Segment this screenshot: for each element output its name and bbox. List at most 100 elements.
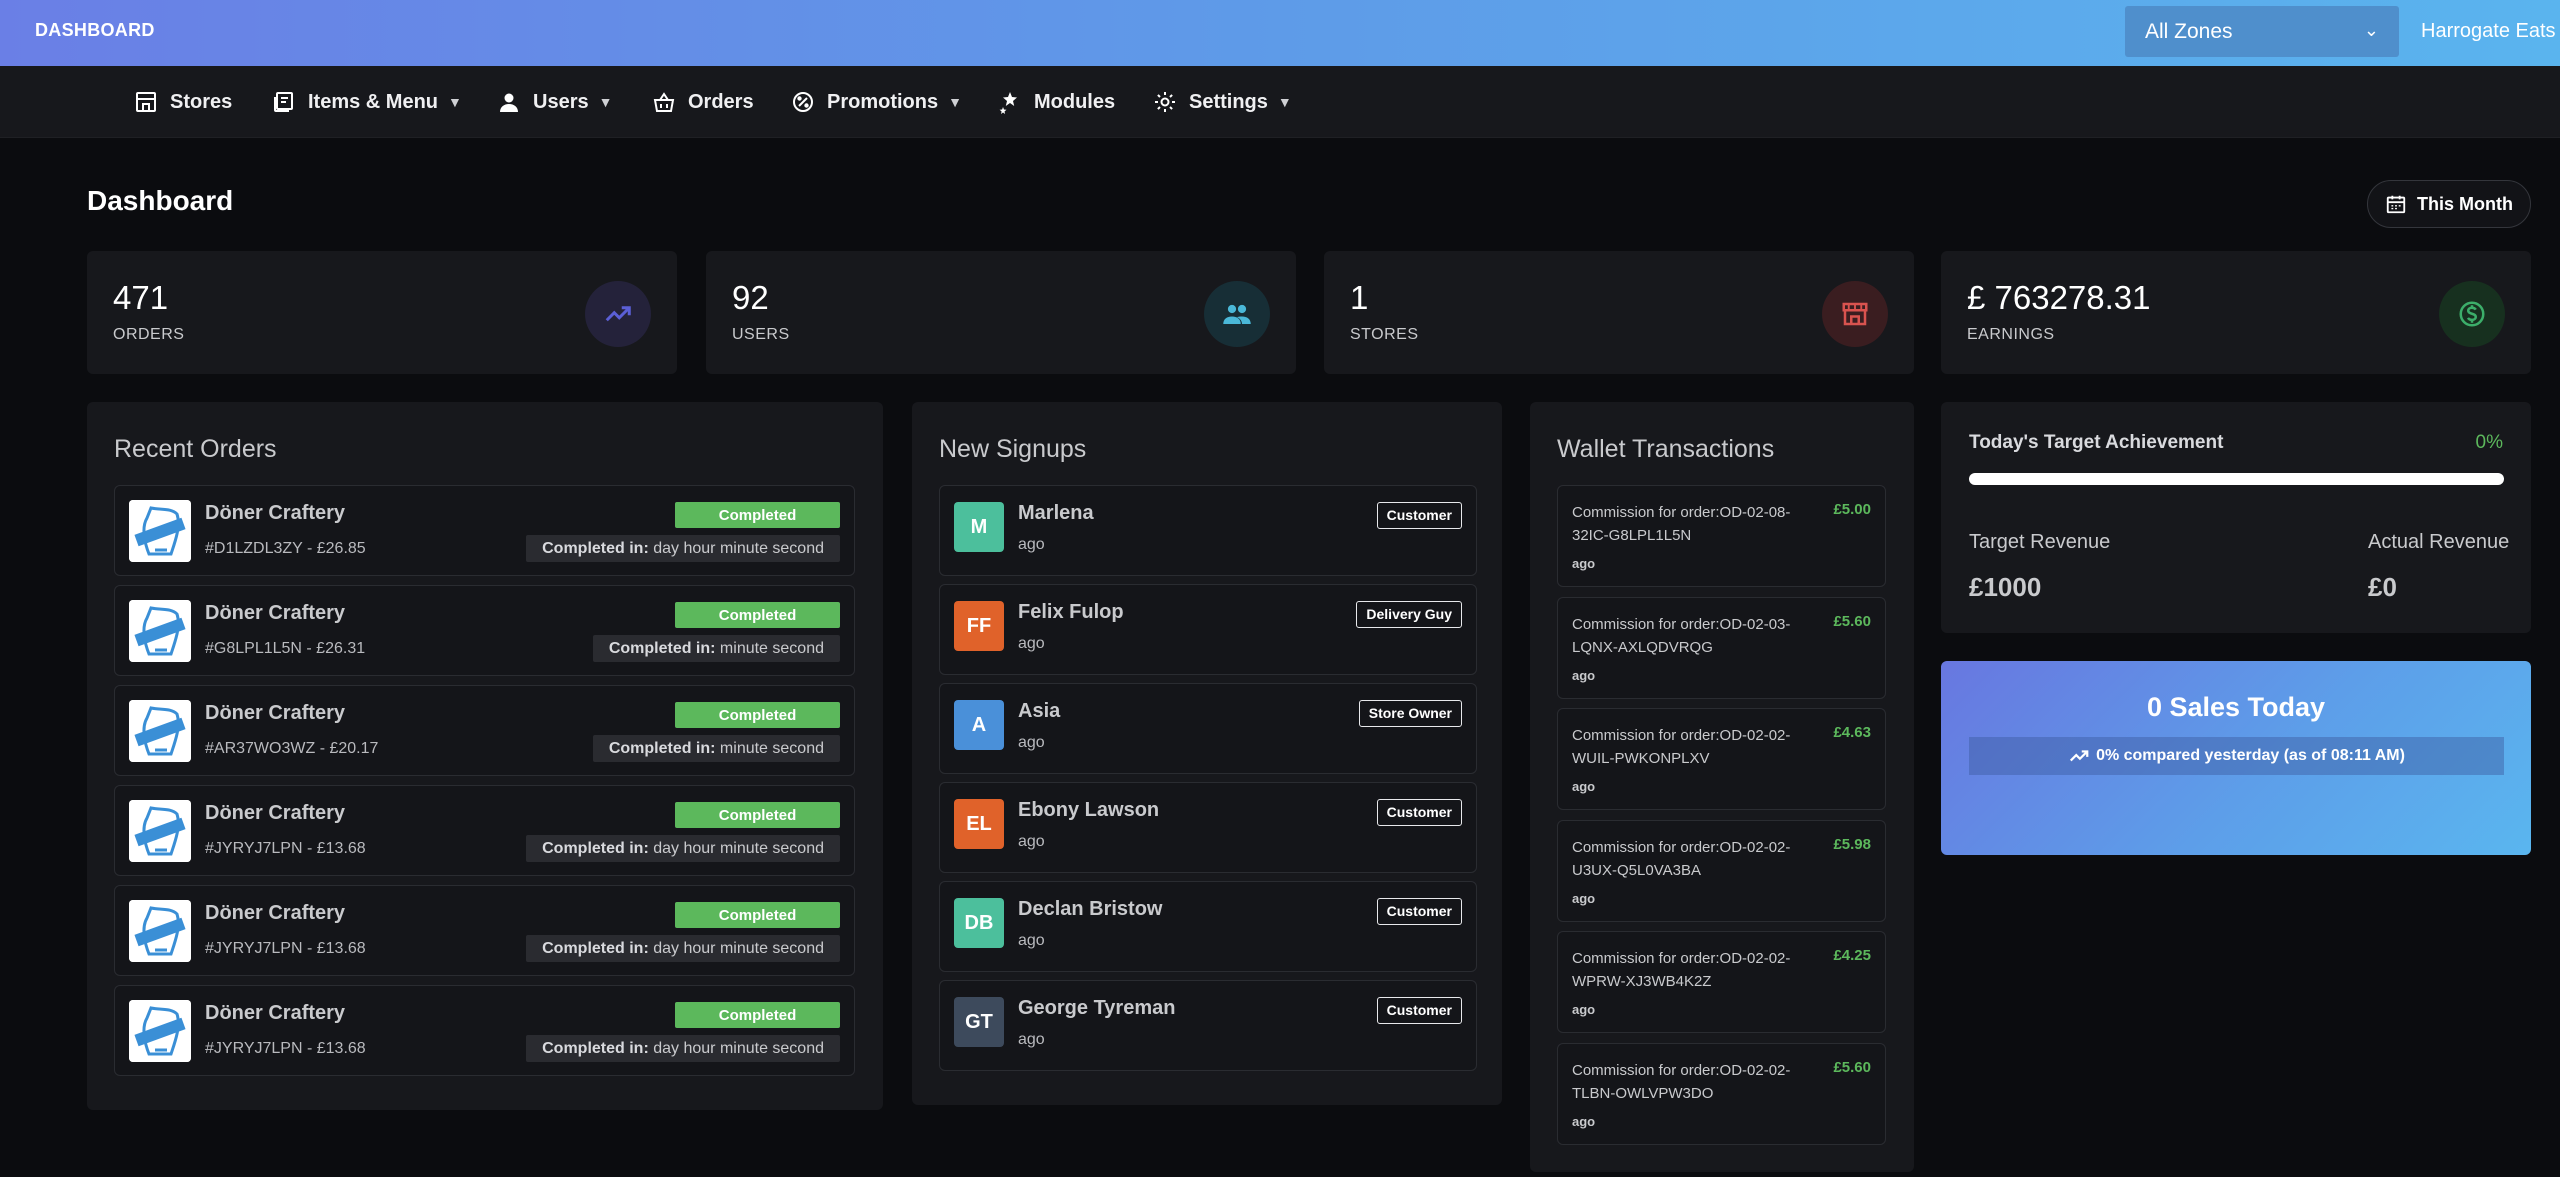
store-logo-image: [129, 600, 191, 662]
signup-row[interactable]: FF Felix Fulop ago Delivery Guy: [939, 584, 1477, 675]
stat-card-earnings[interactable]: £ 763278.31 EARNINGS: [1941, 251, 2531, 374]
nav-modules[interactable]: Modules: [998, 88, 1115, 116]
wallet-transaction-row[interactable]: Commission for order:OD-02-02-WPRW-XJ3WB…: [1557, 931, 1886, 1033]
transaction-description: Commission for order:OD-02-08-32IC-G8LPL…: [1572, 504, 1791, 544]
signup-name: Marlena: [1018, 502, 1094, 524]
completion-time-value: day hour minute second: [648, 1040, 824, 1057]
signup-time: ago: [1018, 635, 1045, 652]
actual-revenue-label: Actual Revenue: [2368, 531, 2510, 553]
order-id-total: #JYRYJ7LPN - £13.68: [205, 1040, 366, 1057]
stat-value: 471: [113, 279, 169, 316]
chevron-down-icon: ▼: [948, 94, 962, 110]
store-name-menu[interactable]: Harrogate Eats: [2421, 20, 2556, 43]
nav-label: Modules: [1034, 90, 1116, 113]
completion-time: Completed in: day hour minute second: [526, 935, 840, 962]
wallet-transaction-row[interactable]: Commission for order:OD-02-02-TLBN-OWLVP…: [1557, 1042, 1886, 1145]
order-row[interactable]: Döner Craftery #JYRYJ7LPN - £13.68 Complet…: [114, 885, 855, 976]
order-id-total: #D1LZDL3ZY - £26.85: [205, 540, 366, 557]
status-badge: Completed: [675, 702, 840, 728]
nav-stores[interactable]: Stores: [134, 88, 232, 116]
order-id-total: #G8LPL1L5N - £26.31: [205, 640, 366, 657]
completion-time-prefix: Completed in:: [608, 640, 716, 657]
wallet-transaction-row[interactable]: Commission for order:OD-02-02-WUIL-PWKON…: [1557, 708, 1886, 810]
status-badge: Completed: [675, 802, 840, 828]
stat-card-orders[interactable]: 471 ORDERS: [87, 251, 677, 374]
signup-row[interactable]: GT George Tyreman ago Customer: [939, 980, 1477, 1071]
order-row[interactable]: Döner Craftery #G8LPL1L5N - £26.31 Complet…: [114, 585, 855, 676]
order-row[interactable]: Döner Craftery #AR37WO3WZ - £20.17 Complet…: [114, 685, 855, 776]
completion-time: Completed in: day hour minute second: [526, 1035, 840, 1062]
chevron-down-icon: ▼: [1277, 94, 1292, 110]
stat-label: USERS: [732, 326, 790, 343]
role-badge: Customer: [1376, 898, 1462, 925]
stat-card-stores[interactable]: 1 STORES: [1324, 251, 1914, 374]
signup-row[interactable]: EL Ebony Lawson ago Customer: [939, 782, 1477, 873]
new-signups-panel: New Signups M Marlena ago Customer FF Felix F…: [912, 402, 1502, 1105]
order-id-total: #AR37WO3WZ - £20.17: [205, 740, 379, 757]
panel-title: Wallet Transactions: [1557, 435, 1775, 463]
transaction-description: Commission for order:OD-02-02-TLBN-OWLVP…: [1572, 1061, 1791, 1102]
shop-icon: [1822, 281, 1888, 347]
completion-time-prefix: Completed in:: [542, 840, 649, 857]
nav-items-menu[interactable]: Items & Menu ▼: [272, 88, 462, 116]
target-revenue-label: Target Revenue: [1969, 531, 2111, 553]
order-row[interactable]: Döner Craftery #JYRYJ7LPN - £13.68 Complet…: [114, 985, 855, 1076]
completion-time: Completed in: day hour minute second: [526, 535, 840, 562]
brand-title[interactable]: DASHBOARD: [35, 20, 155, 41]
avatar: DB: [954, 898, 1004, 948]
role-badge: Customer: [1376, 502, 1462, 529]
completion-time-prefix: Completed in:: [542, 540, 649, 557]
nav-orders[interactable]: Orders: [652, 88, 754, 116]
period-filter-button[interactable]: This Month: [2367, 180, 2531, 228]
target-progress-bar: [1969, 473, 2504, 485]
avatar: FF: [954, 601, 1004, 651]
status-badge: Completed: [675, 1002, 840, 1028]
signup-name: Ebony Lawson: [1018, 799, 1160, 821]
transaction-description: Commission for order:OD-02-02-U3UX-Q5L0V…: [1572, 838, 1791, 879]
role-badge: Store Owner: [1358, 700, 1462, 727]
order-row[interactable]: Döner Craftery #JYRYJ7LPN - £13.68 Complet…: [114, 785, 855, 876]
order-store-name: Döner Craftery: [205, 1002, 346, 1024]
avatar: GT: [954, 997, 1004, 1047]
transaction-amount: £5.98: [1833, 835, 1871, 853]
calendar-icon: [2386, 195, 2406, 214]
nav-promotions[interactable]: Promotions ▼: [791, 88, 962, 116]
users-icon: [1204, 281, 1270, 347]
wallet-transaction-row[interactable]: Commission for order:OD-02-08-32IC-G8LPL…: [1557, 485, 1886, 587]
target-percent: 0%: [2475, 432, 2503, 453]
avatar: EL: [954, 799, 1004, 849]
order-store-name: Döner Craftery: [205, 702, 346, 724]
status-badge: Completed: [675, 902, 840, 928]
role-badge: Delivery Guy: [1356, 601, 1462, 628]
nav-users[interactable]: Users ▼: [497, 88, 612, 116]
sales-today-card: 0 Sales Today 0% compared yesterday (as …: [1941, 661, 2531, 855]
stat-card-users[interactable]: 92 USERS: [706, 251, 1296, 374]
transaction-time: ago: [1572, 890, 1596, 906]
signup-row[interactable]: A Asia ago Store Owner: [939, 683, 1477, 774]
zone-select[interactable]: All Zones ⌄: [2125, 6, 2399, 57]
signup-row[interactable]: DB Declan Bristow ago Customer: [939, 881, 1477, 972]
chevron-down-icon: ▼: [598, 94, 613, 110]
completion-time-value: minute second: [715, 640, 824, 657]
nav-label: Settings: [1189, 90, 1268, 113]
actual-revenue-value: £0: [2368, 572, 2397, 602]
wallet-transaction-row[interactable]: Commission for order:OD-02-03-LQNX-AXLQD…: [1557, 596, 1886, 699]
signup-name: Asia: [1018, 700, 1061, 722]
user-icon: [500, 93, 518, 112]
completion-time-value: day hour minute second: [648, 940, 824, 957]
transaction-amount: £5.60: [1833, 1058, 1871, 1076]
completion-time-value: minute second: [715, 740, 824, 757]
wallet-transaction-row[interactable]: Commission for order:OD-02-02-U3UX-Q5L0V…: [1557, 819, 1886, 922]
nav-label: Orders: [688, 90, 754, 113]
panel-title: New Signups: [939, 435, 1087, 463]
order-store-name: Döner Craftery: [205, 502, 346, 524]
order-id-total: #JYRYJ7LPN - £13.68: [205, 840, 366, 857]
transaction-time: ago: [1572, 667, 1596, 683]
stat-label: EARNINGS: [1967, 326, 2055, 343]
nav-settings[interactable]: Settings ▼: [1153, 88, 1292, 116]
order-row[interactable]: Döner Craftery #D1LZDL3ZY - £26.85 Complet…: [114, 485, 855, 576]
signup-row[interactable]: M Marlena ago Customer: [939, 485, 1477, 576]
sales-today-title: 0 Sales Today: [2146, 692, 2326, 722]
store-logo-image: [129, 500, 191, 562]
stat-value: 92: [732, 279, 769, 316]
